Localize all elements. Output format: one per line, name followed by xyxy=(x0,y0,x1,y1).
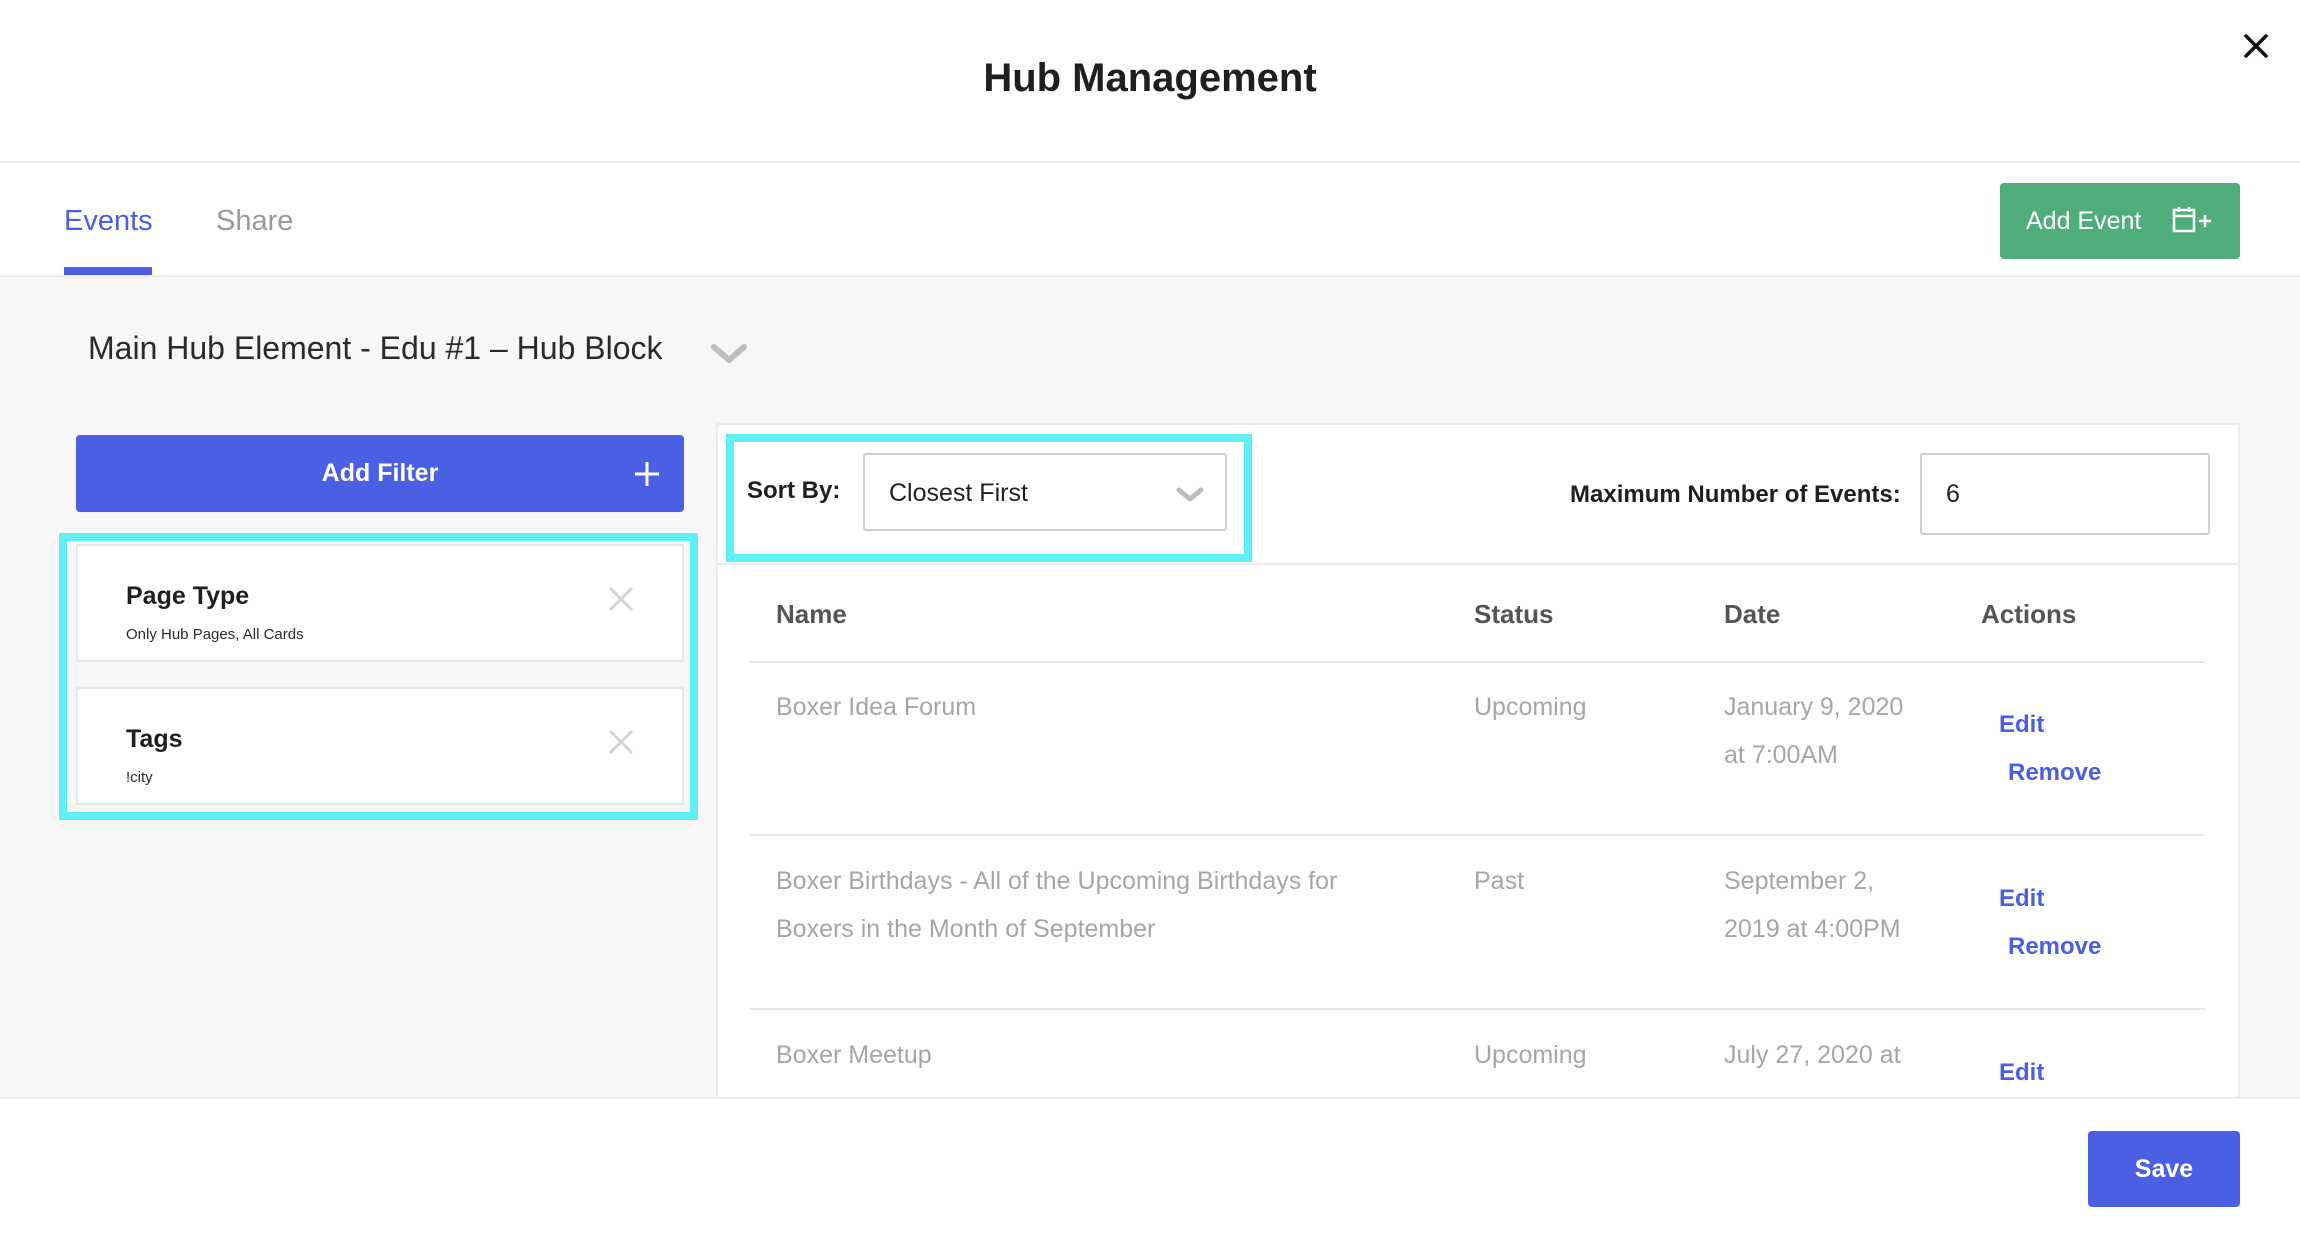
remove-filter-icon[interactable] xyxy=(608,586,634,612)
event-date-line1: January 9, 2020 xyxy=(1724,693,1904,721)
content-area: Main Hub Element - Edu #1 – Hub Block Ad… xyxy=(0,277,2300,1103)
dialog-header: Hub Management xyxy=(0,0,2300,163)
max-events-label: Maximum Number of Events: xyxy=(1570,481,1901,508)
calendar-plus-icon xyxy=(2172,207,2211,233)
event-name: Boxer Idea Forum xyxy=(776,693,977,721)
filter-card[interactable]: Page Type Only Hub Pages, All Cards xyxy=(76,544,684,662)
close-button[interactable] xyxy=(2236,26,2276,66)
column-header-actions: Actions xyxy=(1981,599,2077,629)
column-header-date: Date xyxy=(1724,599,1781,629)
table-divider xyxy=(750,834,2205,836)
event-date-line2: at 7:00AM xyxy=(1724,741,1838,769)
chevron-down-icon xyxy=(1176,487,1204,502)
event-date-line2: 2019 at 4:00PM xyxy=(1724,915,1901,943)
event-status: Upcoming xyxy=(1474,1041,1587,1069)
dialog-title: Hub Management xyxy=(983,56,1317,100)
column-header-status: Status xyxy=(1474,599,1554,629)
sort-by-value: Closest First xyxy=(889,479,1028,507)
dialog-footer: Save xyxy=(0,1097,2300,1234)
tabs-bar: Events Share xyxy=(0,163,2300,277)
column-header-name: Name xyxy=(776,599,847,629)
plus-icon xyxy=(635,462,659,486)
hub-block-title: Main Hub Element - Edu #1 – Hub Block xyxy=(88,330,663,366)
add-filter-label: Add Filter xyxy=(321,459,439,487)
event-name-line2: Boxers in the Month of September xyxy=(776,915,1156,943)
edit-link[interactable]: Edit xyxy=(1999,1059,2044,1087)
sort-by-select[interactable]: Closest First xyxy=(863,453,1227,531)
remove-link[interactable]: Remove xyxy=(2008,933,2101,961)
event-name: Boxer Birthdays - All of the Upcoming Bi… xyxy=(776,867,1338,895)
event-status: Upcoming xyxy=(1474,693,1587,721)
close-icon xyxy=(2244,34,2268,58)
add-event-label: Add Event xyxy=(2026,206,2142,235)
table-divider xyxy=(750,1008,2205,1010)
add-event-button[interactable]: Add Event xyxy=(2000,183,2240,259)
tab-share[interactable]: Share xyxy=(216,205,293,238)
filter-name: Tags xyxy=(126,725,183,753)
remove-link[interactable]: Remove xyxy=(2008,759,2101,787)
event-date-line1: July 27, 2020 at xyxy=(1724,1041,1901,1069)
panel-divider xyxy=(718,563,2238,565)
remove-filter-icon[interactable] xyxy=(608,729,634,755)
active-tab-indicator xyxy=(64,267,152,275)
filter-value: !city xyxy=(126,769,153,786)
edit-link[interactable]: Edit xyxy=(1999,711,2044,739)
table-divider xyxy=(750,661,2205,663)
save-button[interactable]: Save xyxy=(2088,1131,2240,1207)
event-date-line1: September 2, xyxy=(1724,867,1875,895)
block-selector-toggle[interactable] xyxy=(710,343,748,365)
filter-card[interactable]: Tags !city xyxy=(76,687,684,805)
event-name: Boxer Meetup xyxy=(776,1041,932,1069)
sort-by-label: Sort By: xyxy=(747,477,841,504)
add-filter-button[interactable]: Add Filter xyxy=(76,435,684,512)
filter-name: Page Type xyxy=(126,582,250,610)
max-events-input[interactable] xyxy=(1920,453,2210,535)
edit-link[interactable]: Edit xyxy=(1999,885,2044,913)
chevron-down-icon xyxy=(711,344,747,363)
event-status: Past xyxy=(1474,867,1525,895)
filter-value: Only Hub Pages, All Cards xyxy=(126,626,304,643)
tab-events[interactable]: Events xyxy=(64,205,153,238)
